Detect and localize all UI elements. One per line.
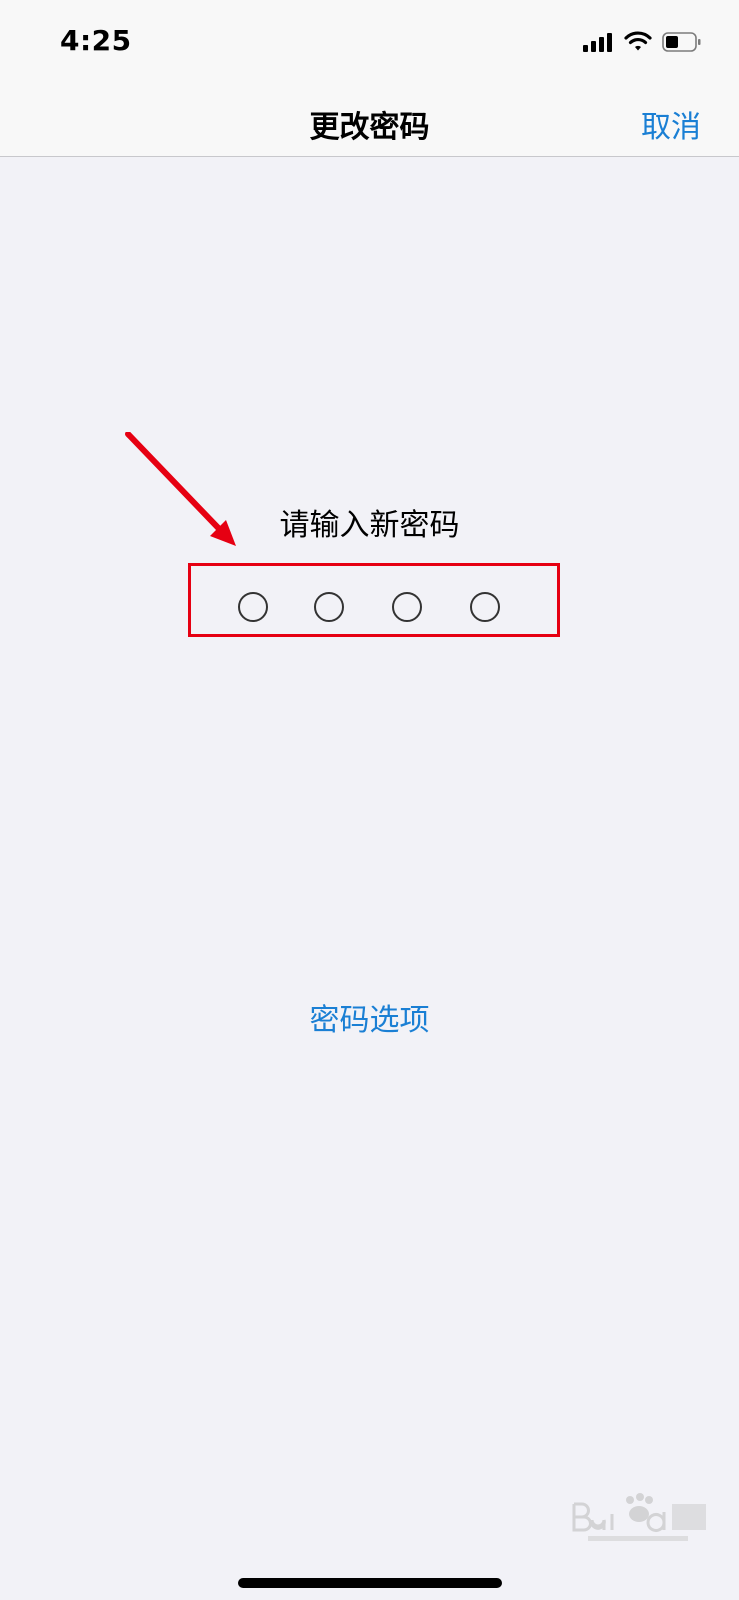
battery-icon [662,32,701,52]
annotation-arrow-icon [125,432,236,546]
page-title: 更改密码 [309,110,430,145]
passcode-options-button[interactable]: 密码选项 [0,995,739,1039]
passcode-prompt: 请输入新密码 [279,508,460,543]
navigation-bar: 更改密码 取消 [0,88,739,157]
passcode-digit-4[interactable] [470,592,500,622]
passcode-digit-3[interactable] [392,592,422,622]
baidu-watermark-logo [572,1493,706,1541]
home-indicator[interactable] [238,1578,502,1588]
cancel-button[interactable]: 取消 [641,102,701,146]
signal-icon [583,30,615,52]
wifi-icon [624,31,652,51]
passcode-digit-2[interactable] [314,592,344,622]
passcode-digit-1[interactable] [238,592,268,622]
status-time: 4:25 [60,24,132,57]
status-bar: 4:25 [0,0,739,88]
